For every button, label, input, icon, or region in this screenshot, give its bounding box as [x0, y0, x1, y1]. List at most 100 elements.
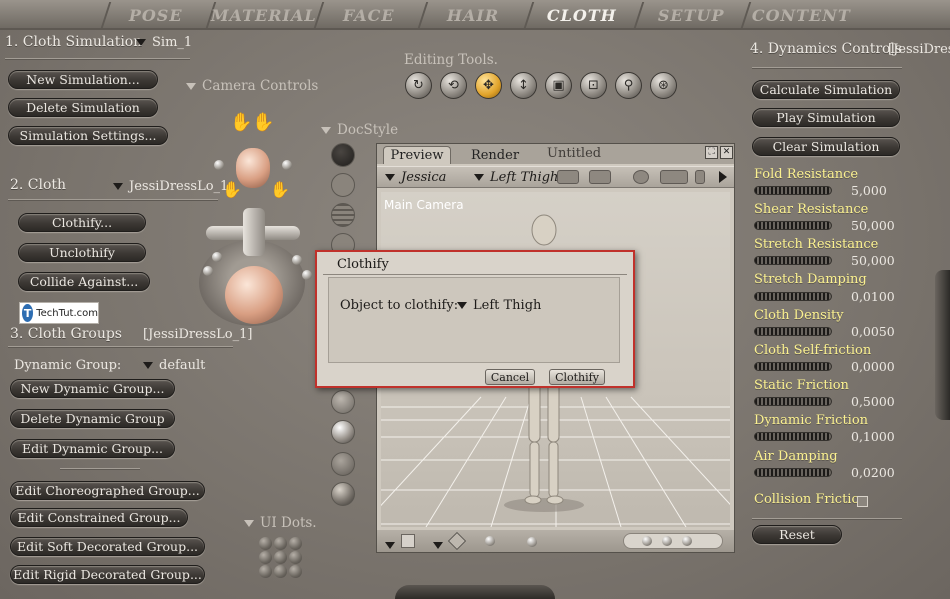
ui-dot[interactable] — [259, 565, 272, 578]
camera-view-icon[interactable] — [589, 170, 611, 184]
unclothify-button[interactable]: Unclothify — [18, 243, 146, 262]
play-dot-icon[interactable] — [682, 536, 692, 546]
static-friction-value[interactable]: 0,5000 — [851, 394, 895, 409]
play-simulation-button[interactable]: Play Simulation — [752, 108, 900, 127]
clothify-button[interactable]: Clothify... — [18, 213, 146, 232]
translate-tool-icon[interactable]: ✥ — [475, 72, 502, 99]
body-part-select[interactable]: Left Thigh — [474, 170, 558, 185]
edit-dynamic-group-button[interactable]: Edit Dynamic Group... — [10, 439, 175, 458]
fold-resistance-dial[interactable] — [754, 186, 832, 195]
figure-select[interactable]: Jessica — [385, 170, 446, 185]
move-camera-icon[interactable] — [660, 170, 688, 184]
edit-choreographed-group-button[interactable]: Edit Choreographed Group... — [10, 481, 205, 500]
rotate-tool-icon[interactable]: ↻ — [405, 72, 432, 99]
ui-dot[interactable] — [274, 537, 287, 550]
clothify-confirm-button[interactable]: Clothify — [549, 369, 605, 385]
docstyle-smooth-shaded-icon[interactable] — [331, 420, 355, 444]
bottom-drawer-handle[interactable] — [395, 585, 555, 599]
tab-face[interactable]: FACE — [313, 2, 423, 28]
zoom-tool-icon[interactable]: ⚲ — [615, 72, 642, 99]
simulation-select[interactable]: Sim_1 — [136, 35, 192, 50]
footer-menu[interactable] — [433, 535, 449, 554]
camera-dot-icon[interactable] — [292, 255, 302, 265]
camera-controls-label[interactable]: Camera Controls — [186, 78, 318, 94]
dynamic-friction-dial[interactable] — [754, 432, 832, 441]
delete-dynamic-group-button[interactable]: Delete Dynamic Group — [10, 409, 175, 428]
static-friction-dial[interactable] — [754, 397, 832, 406]
object-to-clothify-select[interactable]: Left Thigh — [457, 298, 541, 313]
taper-tool-icon[interactable]: ⊡ — [580, 72, 607, 99]
camera-dot-icon[interactable] — [214, 160, 224, 170]
dynamic-group-select[interactable]: default — [143, 358, 205, 373]
docstyle-silhouette-icon[interactable] — [331, 143, 355, 167]
footer-menu[interactable] — [385, 535, 401, 554]
trackball-icon[interactable] — [225, 266, 283, 324]
clear-simulation-button[interactable]: Clear Simulation — [752, 137, 900, 156]
new-simulation-button[interactable]: New Simulation... — [8, 70, 158, 89]
dynamic-friction-value[interactable]: 0,1000 — [851, 429, 895, 444]
ui-dot[interactable] — [274, 551, 287, 564]
camera-face-icon[interactable] — [557, 170, 579, 184]
stretch-damping-dial[interactable] — [754, 292, 832, 301]
right-drawer-handle[interactable] — [935, 270, 950, 420]
background-color-icon[interactable] — [401, 534, 415, 548]
tab-content[interactable]: CONTENT — [740, 2, 860, 28]
shear-resistance-value[interactable]: 50,000 — [851, 218, 895, 233]
scale-tool-icon[interactable]: ▣ — [545, 72, 572, 99]
air-damping-dial[interactable] — [754, 468, 832, 477]
maximize-icon[interactable]: ⛶ — [705, 146, 718, 159]
twist-tool-icon[interactable]: ⟲ — [440, 72, 467, 99]
figure-dot-icon[interactable] — [527, 537, 537, 547]
cancel-button[interactable]: Cancel — [485, 369, 535, 385]
delete-simulation-button[interactable]: Delete Simulation — [8, 98, 158, 117]
ui-dot[interactable] — [274, 565, 287, 578]
tab-material[interactable]: MATERIAL — [205, 2, 320, 28]
translate-in-out-tool-icon[interactable]: ↕ — [510, 72, 537, 99]
air-damping-value[interactable]: 0,0200 — [851, 465, 895, 480]
close-icon[interactable]: ✕ — [720, 146, 733, 159]
stretch-resistance-dial[interactable] — [754, 256, 832, 265]
docstyle-texture-shaded-icon[interactable] — [331, 482, 355, 506]
edit-soft-decorated-group-button[interactable]: Edit Soft Decorated Group... — [10, 537, 205, 556]
camera-dot-icon[interactable] — [282, 160, 292, 170]
play-dot-icon[interactable] — [662, 536, 672, 546]
stretch-damping-value[interactable]: 0,0100 — [851, 289, 895, 304]
collision-friction-checkbox[interactable] — [857, 496, 868, 507]
play-dot-icon[interactable] — [642, 536, 652, 546]
tab-preview[interactable]: Preview — [383, 146, 451, 164]
hands-icon[interactable]: ✋✋ — [230, 112, 275, 133]
chevron-right-icon[interactable] — [719, 171, 727, 183]
edit-rigid-decorated-group-button[interactable]: Edit Rigid Decorated Group... — [10, 565, 205, 584]
animation-controls[interactable] — [623, 533, 723, 549]
ui-dot[interactable] — [259, 537, 272, 550]
docstyle-wireframe-icon[interactable] — [331, 203, 355, 227]
cloth-self-friction-value[interactable]: 0,0000 — [851, 359, 895, 374]
color-tool-icon[interactable]: ⊛ — [650, 72, 677, 99]
camera-dot-icon[interactable] — [203, 266, 213, 276]
shadow-icon[interactable] — [447, 531, 467, 551]
light-icon[interactable] — [633, 170, 649, 184]
cloth-density-value[interactable]: 0,0050 — [851, 324, 895, 339]
tab-hair[interactable]: HAIR — [417, 2, 527, 28]
collide-against-button[interactable]: Collide Against... — [18, 272, 150, 291]
ui-dot[interactable] — [289, 537, 302, 550]
new-dynamic-group-button[interactable]: New Dynamic Group... — [10, 379, 175, 398]
tab-pose[interactable]: POSE — [100, 2, 210, 28]
left-hand-camera-icon[interactable]: ✋ — [222, 180, 242, 199]
cloth-object-select[interactable]: JessiDressLo_1 — [113, 179, 228, 194]
simulation-settings-button[interactable]: Simulation Settings... — [8, 126, 168, 145]
cloth-density-dial[interactable] — [754, 327, 832, 336]
docstyle-outline-icon[interactable] — [331, 173, 355, 197]
reset-button[interactable]: Reset — [752, 525, 842, 544]
ui-dots-label[interactable]: UI Dots. — [244, 515, 317, 531]
docstyle-label[interactable]: DocStyle — [321, 122, 398, 138]
edit-constrained-group-button[interactable]: Edit Constrained Group... — [10, 508, 188, 527]
ground-dot-icon[interactable] — [485, 536, 495, 546]
right-hand-camera-icon[interactable]: ✋ — [270, 180, 290, 199]
fold-resistance-value[interactable]: 5,000 — [851, 183, 887, 198]
tab-render[interactable]: Render — [459, 146, 531, 164]
tab-cloth[interactable]: CLOTH — [523, 2, 638, 28]
scroll-icon[interactable] — [695, 170, 705, 184]
shear-resistance-dial[interactable] — [754, 221, 832, 230]
ui-dot[interactable] — [289, 565, 302, 578]
